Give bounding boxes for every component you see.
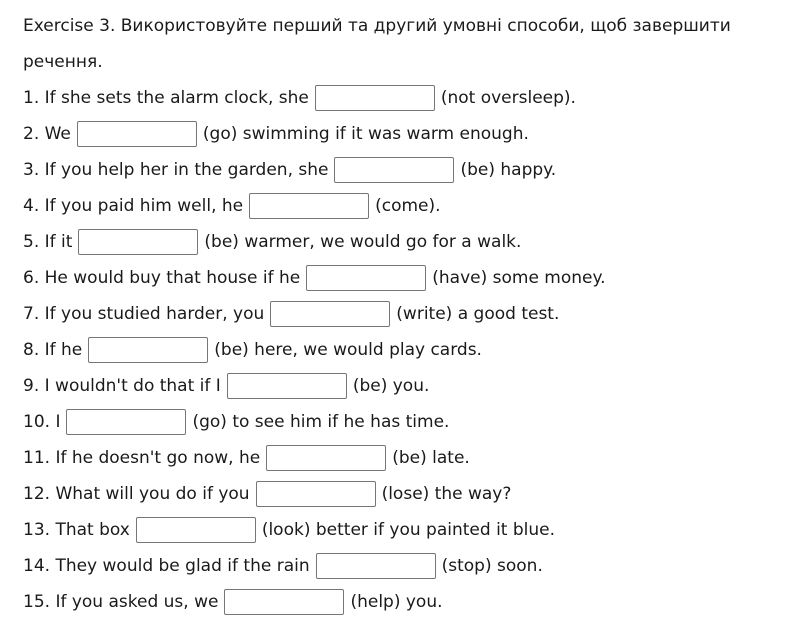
exercise-item-13: 13. That box (look) better if you painte… (23, 512, 802, 548)
item-text-before: 15. If you asked us, we (23, 592, 219, 612)
item-text-before: 4. If you paid him well, he (23, 196, 244, 216)
item-text-after: (help) you. (350, 592, 443, 612)
exercise-item-6: 6. He would buy that house if he (have) … (23, 260, 802, 296)
item-text-before: 9. I wouldn't do that if I (23, 376, 221, 396)
exercise-item-10: 10. I (go) to see him if he has time. (23, 404, 802, 440)
exercise-item-4: 4. If you paid him well, he (come). (23, 188, 802, 224)
exercise-item-9: 9. I wouldn't do that if I (be) you. (23, 368, 802, 404)
item-text-after: (come). (375, 196, 441, 216)
item-text-after: (be) happy. (460, 160, 557, 180)
item-text-after: (write) a good test. (396, 304, 560, 324)
item-text-before: 6. He would buy that house if he (23, 268, 301, 288)
item-text-after: (go) swimming if it was warm enough. (202, 124, 529, 144)
item-text-before: 7. If you studied harder, you (23, 304, 265, 324)
exercise-title: Exercise 3. Використовуйте перший та дру… (23, 16, 731, 72)
item-text-after: (be) warmer, we would go for a walk. (204, 232, 522, 252)
answer-input-7[interactable] (270, 301, 391, 327)
item-text-after: (stop) soon. (441, 556, 543, 576)
answer-input-5[interactable] (78, 229, 199, 255)
exercise-item-11: 11. If he doesn't go now, he (be) late. (23, 440, 802, 476)
answer-input-10[interactable] (66, 409, 187, 435)
exercise-item-1: 1. If she sets the alarm clock, she (not… (23, 80, 802, 116)
answer-input-2[interactable] (76, 121, 197, 147)
item-text-before: 10. I (23, 412, 61, 432)
item-text-before: 2. We (23, 124, 71, 144)
item-text-after: (look) better if you painted it blue. (261, 520, 556, 540)
answer-input-3[interactable] (334, 157, 455, 183)
item-text-after: (lose) the way? (381, 484, 512, 504)
item-text-before: 11. If he doesn't go now, he (23, 448, 261, 468)
item-text-after: (have) some money. (432, 268, 606, 288)
answer-input-6[interactable] (306, 265, 427, 291)
answer-input-14[interactable] (315, 553, 436, 579)
exercise-item-8: 8. If he (be) here, we would play cards. (23, 332, 802, 368)
exercise-item-14: 14. They would be glad if the rain (stop… (23, 548, 802, 584)
item-text-before: 14. They would be glad if the rain (23, 556, 310, 576)
answer-input-15[interactable] (224, 589, 345, 615)
item-text-before: 3. If you help her in the garden, she (23, 160, 329, 180)
answer-input-12[interactable] (255, 481, 376, 507)
item-text-before: 13. That box (23, 520, 130, 540)
item-text-before: 5. If it (23, 232, 73, 252)
item-text-after: (be) you. (352, 376, 430, 396)
item-text-after: (go) to see him if he has time. (192, 412, 450, 432)
item-text-after: (be) late. (392, 448, 470, 468)
item-text-after: (be) here, we would play cards. (214, 340, 482, 360)
answer-input-4[interactable] (249, 193, 370, 219)
exercise-item-15: 15. If you asked us, we (help) you. (23, 584, 802, 620)
answer-input-8[interactable] (88, 337, 209, 363)
exercise-container: Exercise 3. Використовуйте перший та дру… (0, 0, 802, 620)
item-text-before: 12. What will you do if you (23, 484, 250, 504)
exercise-item-7: 7. If you studied harder, you (write) a … (23, 296, 802, 332)
exercise-item-5: 5. If it (be) warmer, we would go for a … (23, 224, 802, 260)
item-text-after: (not oversleep). (440, 88, 576, 108)
answer-input-13[interactable] (135, 517, 256, 543)
exercise-item-2: 2. We (go) swimming if it was warm enoug… (23, 116, 802, 152)
answer-input-9[interactable] (226, 373, 347, 399)
item-text-before: 8. If he (23, 340, 83, 360)
answer-input-11[interactable] (266, 445, 387, 471)
exercise-item-3: 3. If you help her in the garden, she (b… (23, 152, 802, 188)
exercise-item-12: 12. What will you do if you (lose) the w… (23, 476, 802, 512)
answer-input-1[interactable] (314, 85, 435, 111)
item-text-before: 1. If she sets the alarm clock, she (23, 88, 309, 108)
